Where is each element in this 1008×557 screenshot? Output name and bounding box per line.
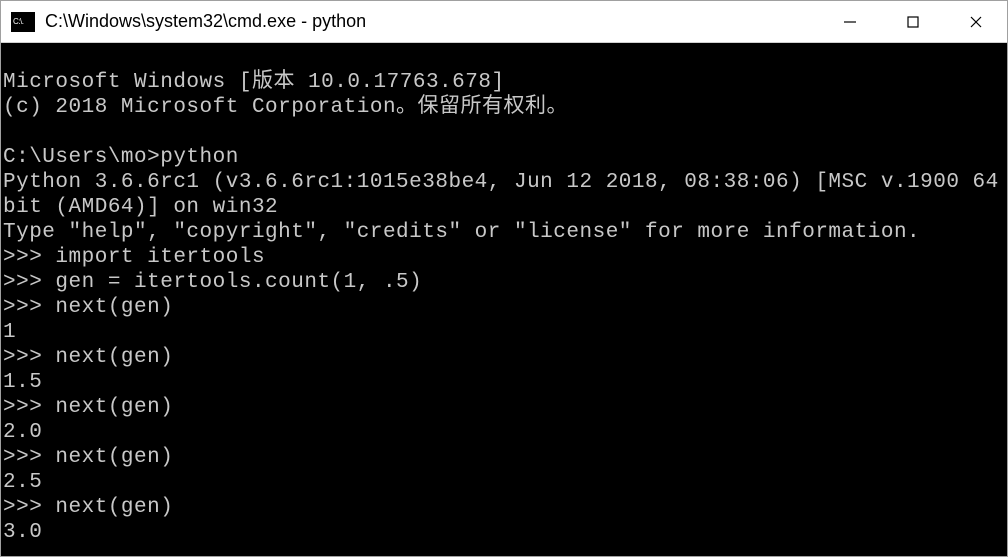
titlebar[interactable]: C:\. C:\Windows\system32\cmd.exe - pytho… [1,1,1007,43]
terminal-line: >>> next(gen) [3,496,173,519]
terminal-line: 2.5 [3,471,42,494]
terminal-line: 1.5 [3,371,42,394]
terminal-line: Python 3.6.6rc1 (v3.6.6rc1:1015e38be4, J… [3,171,1007,219]
terminal-line: (c) 2018 Microsoft Corporation。保留所有权利。 [3,96,568,119]
terminal-line: 3.0 [3,521,42,544]
maximize-icon [906,15,920,29]
close-button[interactable] [944,1,1007,42]
terminal-line: Microsoft Windows [版本 10.0.17763.678] [3,71,505,94]
terminal-output[interactable]: Microsoft Windows [版本 10.0.17763.678] (c… [1,43,1007,556]
terminal-line: >>> import itertools [3,246,265,269]
terminal-line: >>> next(gen) [3,396,173,419]
window-title: C:\Windows\system32\cmd.exe - python [45,11,818,32]
terminal-line: >>> next(gen) [3,296,173,319]
minimize-button[interactable] [818,1,881,42]
terminal-line: >>> gen = itertools.count(1, .5) [3,271,422,294]
terminal-line: 1 [3,321,16,344]
terminal-line: >>> next(gen) [3,346,173,369]
terminal-line: C:\Users\mo>python [3,146,239,169]
terminal-line: Type "help", "copyright", "credits" or "… [3,221,920,244]
terminal-line: >>> next(gen) [3,446,173,469]
maximize-button[interactable] [881,1,944,42]
window-controls [818,1,1007,42]
terminal-line: 2.0 [3,421,42,444]
close-icon [969,15,983,29]
command-prompt-window: C:\. C:\Windows\system32\cmd.exe - pytho… [0,0,1008,557]
cmd-icon: C:\. [11,12,35,32]
minimize-icon [843,15,857,29]
